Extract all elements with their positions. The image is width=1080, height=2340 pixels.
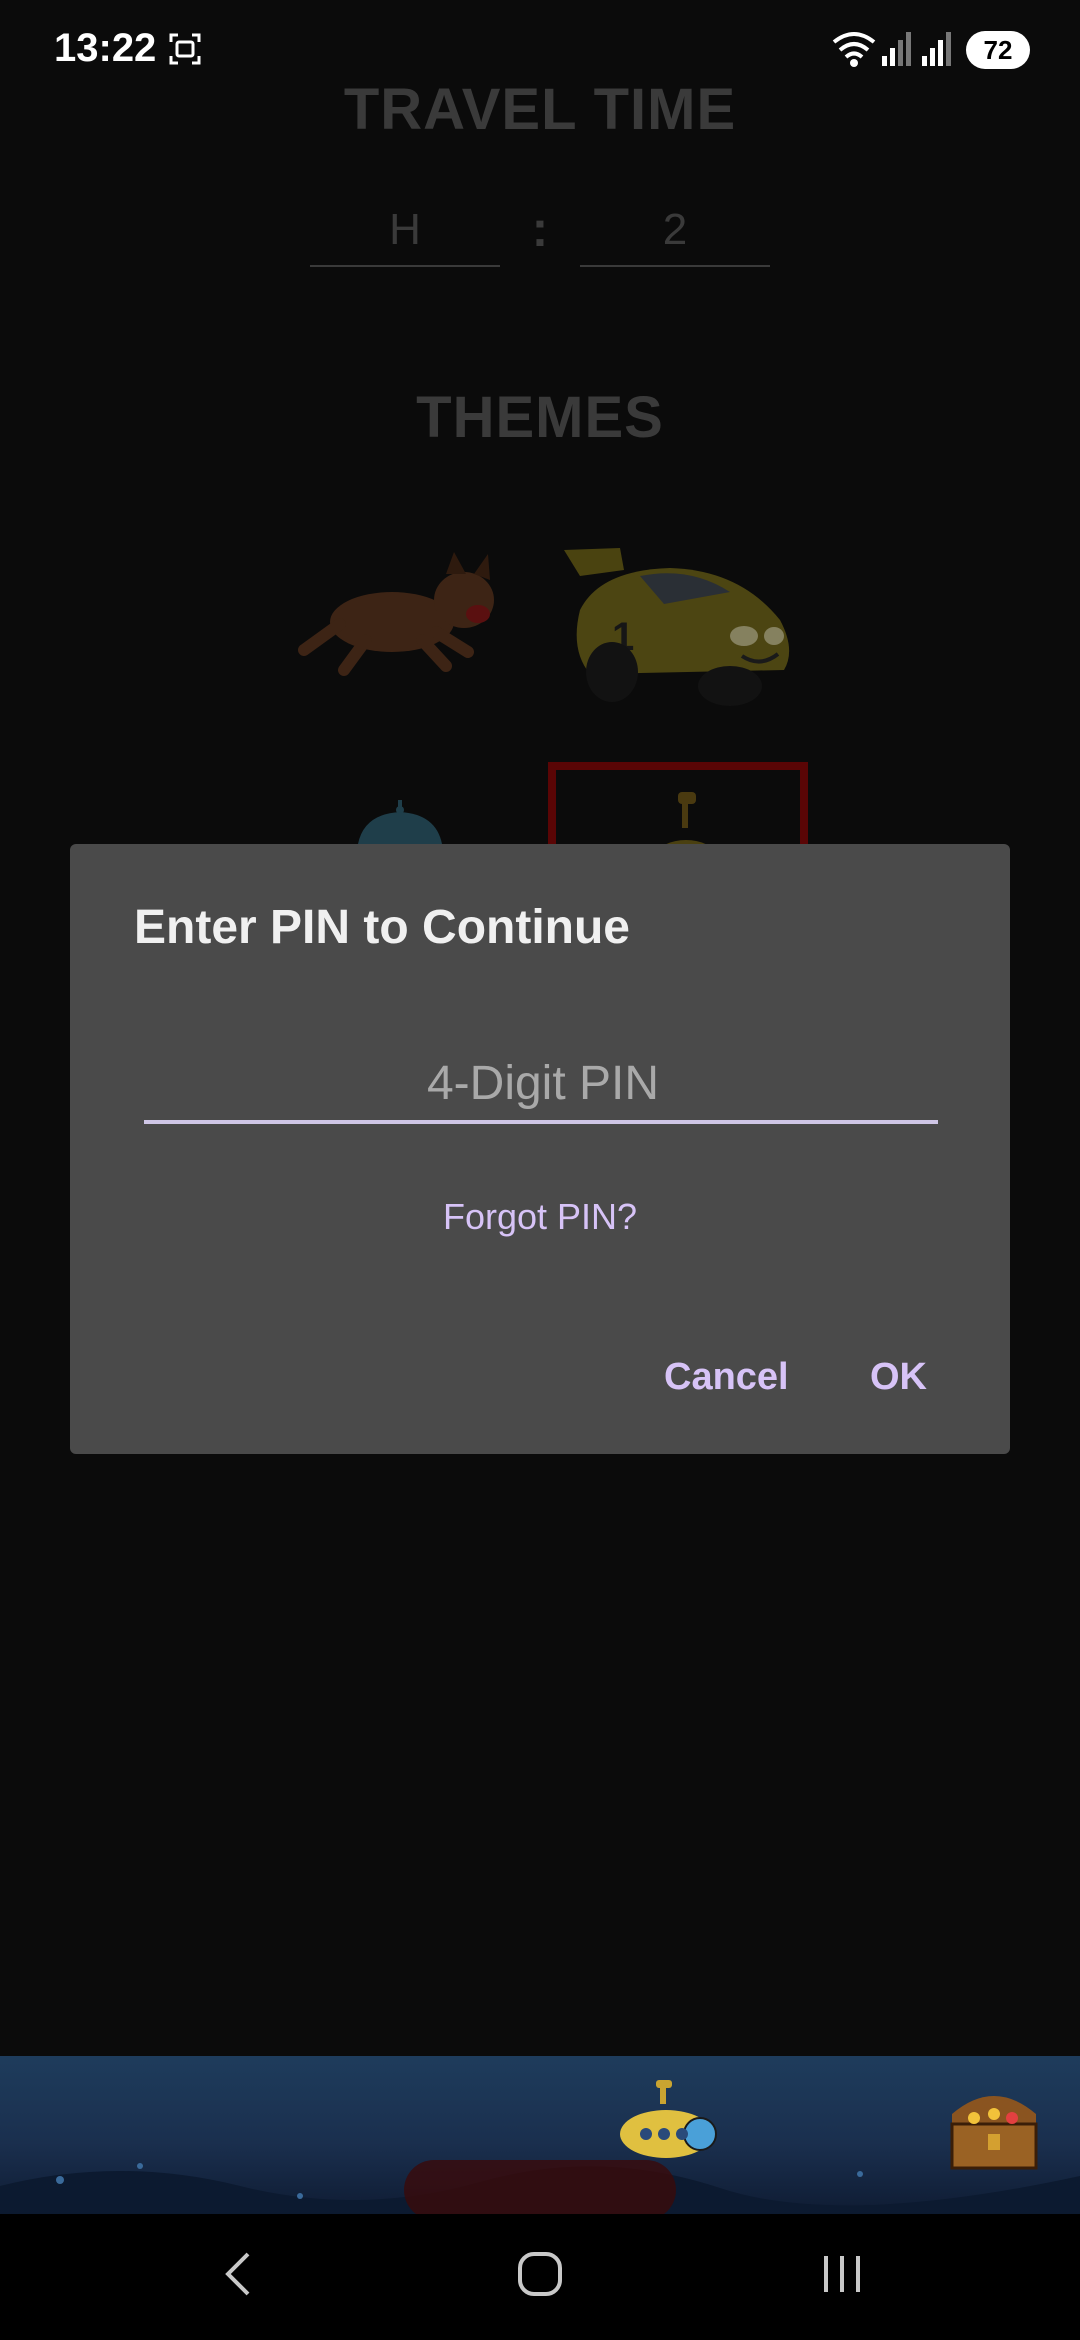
hours-input[interactable]: H <box>310 195 500 267</box>
submarine-icon <box>620 2080 717 2158</box>
forgot-pin-link[interactable]: Forgot PIN? <box>70 1196 1010 1238</box>
status-bar: 13:22 72 <box>0 0 1080 100</box>
minutes-input[interactable]: 2 <box>580 195 770 267</box>
back-icon[interactable] <box>210 2244 270 2304</box>
underwater-banner <box>0 2056 1080 2214</box>
pin-field[interactable] <box>144 1044 942 1124</box>
recents-icon[interactable] <box>812 2244 872 2304</box>
cancel-button[interactable]: Cancel <box>664 1356 789 1399</box>
home-icon[interactable] <box>510 2244 570 2304</box>
signal-icon-2 <box>922 32 951 66</box>
race-car-theme-icon[interactable]: 1 <box>560 540 800 710</box>
pin-dialog: Enter PIN to Continue Forgot PIN? Cancel… <box>70 844 1010 1454</box>
time-colon: : <box>531 201 549 257</box>
pin-input[interactable] <box>144 1044 942 1122</box>
treasure-chest-icon <box>950 2096 1038 2170</box>
ufo-theme-icon[interactable] <box>350 800 450 844</box>
themes-heading: THEMES <box>416 385 664 450</box>
navigation-bar <box>0 2214 1080 2340</box>
dialog-title: Enter PIN to Continue <box>134 901 630 954</box>
wifi-icon <box>832 32 876 67</box>
battery-icon: 72 <box>966 31 1030 69</box>
signal-icon <box>882 32 911 66</box>
screen-record-icon <box>169 33 201 65</box>
status-time: 13:22 <box>54 26 157 70</box>
dog-theme-icon[interactable] <box>296 544 506 680</box>
ok-button[interactable]: OK <box>870 1356 927 1399</box>
